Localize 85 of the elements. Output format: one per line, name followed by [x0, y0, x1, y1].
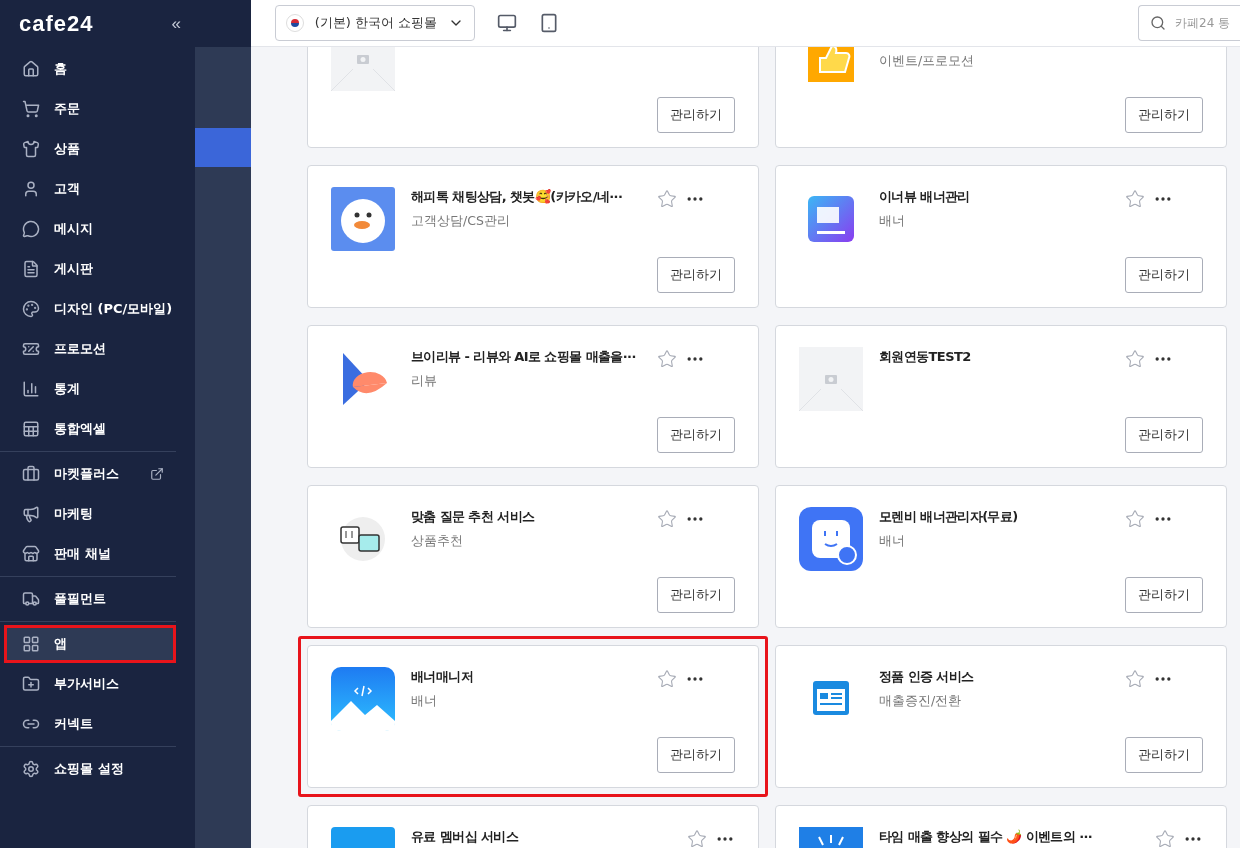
manage-button[interactable]: 관리하기: [1125, 577, 1203, 613]
star-icon[interactable]: [1125, 189, 1145, 209]
logo[interactable]: cafe24: [19, 10, 94, 37]
app-title[interactable]: 브이리뷰 - 리뷰와 AI로 쇼핑몰 매출을···: [411, 347, 636, 367]
collapse-button[interactable]: «: [171, 13, 181, 34]
nav-item[interactable]: 프로모션: [4, 330, 176, 368]
manage-button[interactable]: 관리하기: [1125, 417, 1203, 453]
briefcase-icon: [22, 465, 40, 483]
star-icon[interactable]: [657, 509, 677, 529]
star-icon[interactable]: [657, 189, 677, 209]
nav-item[interactable]: 앱: [4, 625, 176, 663]
nav-item[interactable]: 쇼핑몰 설정: [4, 750, 176, 788]
app-title[interactable]: 회원연동TEST2: [879, 347, 971, 367]
nav-item[interactable]: 판매 채널: [4, 535, 176, 573]
app-category: 배너: [411, 693, 438, 710]
user-icon: [22, 180, 40, 198]
nav-item[interactable]: 부가서비스: [4, 665, 176, 703]
folder-plus-icon: [22, 675, 40, 693]
nav-item[interactable]: 메시지: [4, 210, 176, 248]
ticket-icon: [22, 340, 40, 358]
nav-item[interactable]: 상품: [4, 130, 176, 168]
manage-button[interactable]: 관리하기: [1125, 97, 1203, 133]
store-select[interactable]: (기본) 한국어 쇼핑몰: [275, 5, 475, 41]
app-title[interactable]: 해피톡 채팅상담, 챗봇🥰(카카오/네···: [411, 187, 623, 207]
manage-button[interactable]: 관리하기: [657, 257, 735, 293]
app-category: 배너: [879, 213, 906, 230]
app-title[interactable]: 맞춤 질문 추천 서비스: [411, 507, 535, 527]
tablet-view-button[interactable]: [539, 13, 559, 33]
star-icon[interactable]: [1125, 509, 1145, 529]
star-icon[interactable]: [657, 349, 677, 369]
search-field[interactable]: 카페24 통: [1138, 5, 1240, 41]
search-icon: [1150, 15, 1166, 31]
image-placeholder-icon: [799, 347, 863, 411]
app-category: 상품추천: [411, 533, 464, 550]
manage-button[interactable]: 관리하기: [657, 577, 735, 613]
manage-button[interactable]: 관리하기: [1125, 737, 1203, 773]
settings-icon: [22, 760, 40, 778]
smiling-face-icon: [799, 507, 863, 571]
home-icon: [22, 60, 40, 78]
store-icon: [22, 545, 40, 563]
nav-item[interactable]: 홈: [4, 50, 176, 88]
nav-item[interactable]: 마케팅: [4, 495, 176, 533]
app-category: 고객상담/CS관리: [411, 213, 511, 230]
star-icon[interactable]: [657, 669, 677, 689]
nav-item[interactable]: 게시판: [4, 250, 176, 288]
app-title[interactable]: 정품 인증 서비스: [879, 667, 974, 687]
truck-icon: [22, 590, 40, 608]
bar-chart-icon: [22, 380, 40, 398]
chat-bird-icon: [331, 187, 395, 251]
manage-button[interactable]: 관리하기: [657, 97, 735, 133]
nav-item[interactable]: 디자인 (PC/모바일): [4, 290, 176, 328]
megaphone-icon: [22, 505, 40, 523]
nav-item[interactable]: 통합엑셀: [4, 410, 176, 448]
app-category: 매출증진/전환: [879, 693, 963, 710]
star-icon[interactable]: [687, 829, 707, 848]
code-mountain-icon: [331, 667, 395, 731]
manage-button[interactable]: 관리하기: [657, 737, 735, 773]
nav-item[interactable]: 커넥트: [4, 705, 176, 743]
manage-button[interactable]: 관리하기: [1125, 257, 1203, 293]
app-title[interactable]: 유료 멤버십 서비스: [411, 827, 519, 847]
document-icon: [22, 260, 40, 278]
shirt-icon: [22, 140, 40, 158]
nav-item[interactable]: 고객: [4, 170, 176, 208]
nav-item[interactable]: 통계: [4, 370, 176, 408]
nav-item[interactable]: 풀필먼트: [4, 580, 176, 618]
app-title[interactable]: 배너매니저: [411, 667, 473, 687]
nav-item[interactable]: 마켓플러스: [4, 455, 176, 493]
flag-icon: [286, 14, 304, 32]
app-category: 리뷰: [411, 373, 438, 390]
grid-icon: [22, 635, 40, 653]
star-icon[interactable]: [1125, 349, 1145, 369]
cart-icon: [22, 100, 40, 118]
palette-icon: [22, 300, 40, 318]
manage-button[interactable]: 관리하기: [657, 417, 735, 453]
app-title[interactable]: 이너뷰 배너관리: [879, 187, 970, 207]
app-title[interactable]: 모렌비 배너관리자(무료): [879, 507, 1018, 527]
star-icon[interactable]: [1155, 829, 1175, 848]
app-category: 배너: [879, 533, 906, 550]
chat-icon: [22, 220, 40, 238]
nav-item[interactable]: 주문: [4, 90, 176, 128]
spreadsheet-icon: [22, 420, 40, 438]
app-title[interactable]: 타임 매출 향상의 필수 🌶 이벤트의 ···: [879, 827, 1093, 847]
app-category: 이벤트/프로모션: [879, 53, 976, 70]
star-icon[interactable]: [1125, 669, 1145, 689]
desktop-view-button[interactable]: [497, 13, 517, 33]
